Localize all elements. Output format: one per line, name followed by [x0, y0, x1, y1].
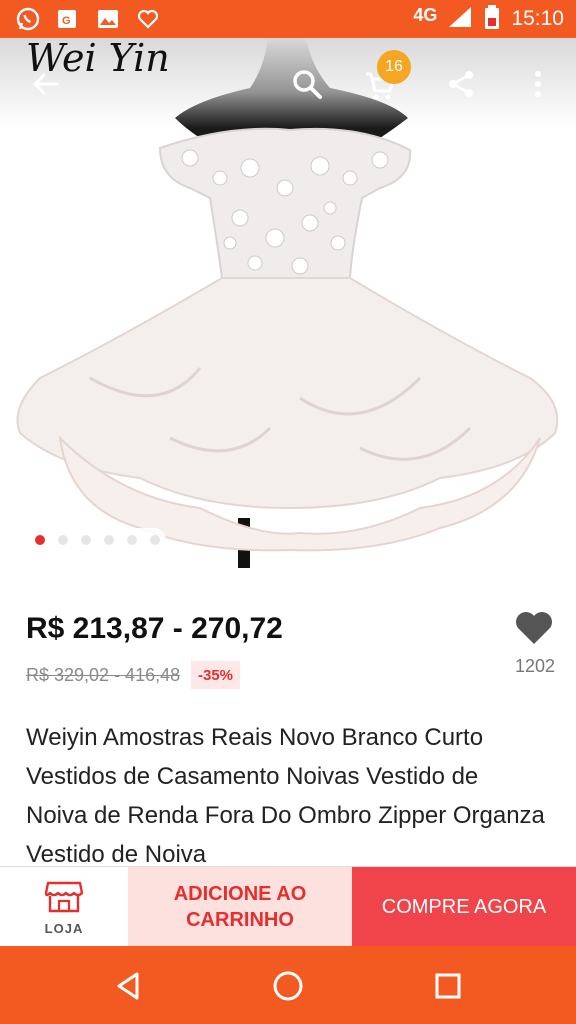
status-bar: G 4G 15:10 [0, 0, 576, 38]
back-triangle-icon[interactable] [106, 964, 150, 1008]
store-icon [44, 879, 84, 917]
pagination-dot-active[interactable] [35, 535, 45, 545]
add-to-cart-button[interactable]: ADICIONE AO CARRINHO [128, 867, 352, 947]
signal-icon [447, 5, 473, 33]
product-price: R$ 213,87 - 270,72 [26, 612, 283, 645]
original-price: R$ 329,02 - 416,48 [26, 665, 181, 685]
system-nav-bar [0, 946, 576, 1024]
recents-square-icon[interactable] [426, 964, 470, 1008]
pagination-dot[interactable] [58, 535, 68, 545]
product-image-gallery[interactable]: Wei Yin 16 [0, 38, 576, 580]
pagination-dot[interactable] [150, 535, 160, 545]
store-label: LOJA [44, 920, 84, 936]
battery-icon [483, 4, 501, 34]
image-icon [94, 5, 122, 33]
action-bar: LOJA ADICIONE AO CARRINHO COMPRE AGORA [0, 866, 576, 947]
store-button[interactable]: LOJA [0, 867, 128, 947]
search-icon[interactable] [287, 64, 327, 104]
pagination-dot[interactable] [81, 535, 91, 545]
heart-outline-icon [134, 5, 162, 33]
share-icon[interactable] [441, 64, 481, 104]
svg-text:G: G [62, 15, 71, 27]
gallery-icon: G [54, 5, 82, 33]
wishlist-heart-icon[interactable] [512, 608, 556, 648]
cart-count-badge: 16 [377, 50, 411, 84]
home-circle-icon[interactable] [266, 964, 310, 1008]
discount-badge: -35% [191, 661, 241, 689]
clock: 15:10 [511, 7, 564, 30]
buy-now-button[interactable]: COMPRE AGORA [352, 867, 576, 947]
network-type: 4G [413, 4, 438, 25]
wishlist-count: 1202 [514, 656, 556, 676]
whatsapp-icon [14, 5, 42, 33]
gallery-pagination[interactable] [26, 528, 166, 552]
pagination-dot[interactable] [127, 535, 137, 545]
back-arrow-icon[interactable] [25, 64, 65, 104]
more-vertical-icon[interactable] [518, 64, 558, 104]
product-title: Weiyin Amostras Reais Novo Branco Curto … [26, 724, 545, 868]
pagination-dot[interactable] [104, 535, 114, 545]
